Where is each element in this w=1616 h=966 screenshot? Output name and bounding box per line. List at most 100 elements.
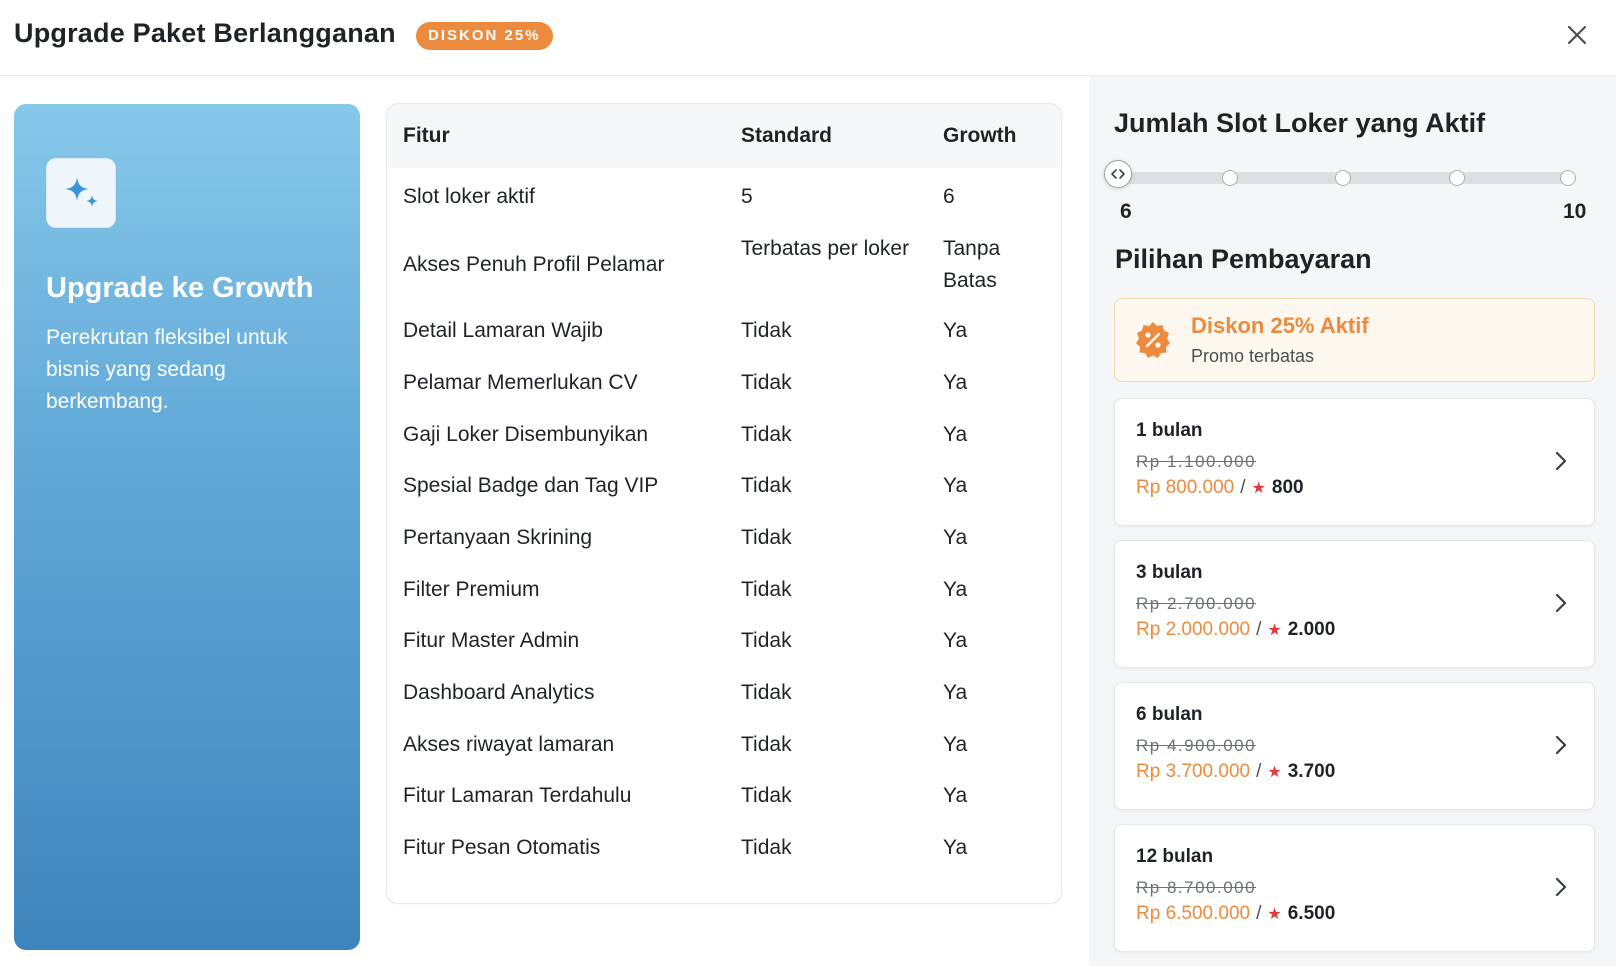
plan-price-line: Rp 3.700.000/ ★ 3.700 bbox=[1136, 761, 1335, 783]
slider-step-10[interactable] bbox=[1560, 170, 1576, 186]
standard-cell: Tidak bbox=[741, 423, 792, 446]
plan-discount-price: Rp 3.700.000 bbox=[1136, 761, 1251, 782]
plan-name: 6 bulan bbox=[1136, 704, 1203, 725]
star-icon: ★ bbox=[1251, 480, 1266, 497]
discount-active-banner: Diskon 25% Aktif Promo terbatas bbox=[1114, 298, 1595, 382]
plan-original-price: Rp 1.100.000 bbox=[1136, 452, 1257, 471]
promo-description: Perekrutan fleksibel untuk bisnis yang s… bbox=[46, 326, 288, 413]
chevron-right-icon bbox=[1555, 593, 1567, 613]
growth-cell: 6 bbox=[943, 185, 955, 208]
plan-discount-price: Rp 6.500.000 bbox=[1136, 903, 1251, 924]
feature-cell: Pertanyaan Skrining bbox=[403, 526, 593, 549]
star-icon: ★ bbox=[1267, 764, 1282, 781]
chevron-right-icon bbox=[1555, 735, 1567, 755]
standard-cell: Tidak bbox=[741, 319, 792, 342]
plan-points: 3.700 bbox=[1287, 761, 1336, 782]
growth-cell: Ya bbox=[943, 423, 968, 446]
price-separator: / bbox=[1256, 761, 1262, 782]
plan-price-line: Rp 2.000.000/ ★ 2.000 bbox=[1136, 619, 1335, 641]
standard-cell: 5 bbox=[741, 185, 753, 208]
discount-percent-icon bbox=[1136, 322, 1170, 358]
growth-cell: Ya bbox=[943, 474, 968, 497]
plan-price-line: Rp 800.000/ ★ 800 bbox=[1136, 477, 1304, 499]
standard-cell: Tidak bbox=[741, 784, 792, 807]
feature-cell: Filter Premium bbox=[403, 578, 540, 601]
slider-handle[interactable] bbox=[1104, 160, 1132, 188]
sparkles-icon bbox=[65, 177, 98, 207]
modal-title: Upgrade Paket Berlangganan bbox=[14, 18, 396, 48]
standard-cell: Tidak bbox=[741, 733, 792, 756]
growth-cell: Ya bbox=[943, 629, 968, 652]
plan-original-price: Rp 8.700.000 bbox=[1136, 878, 1257, 897]
growth-cell: Ya bbox=[943, 733, 968, 756]
standard-cell: Tidak bbox=[741, 629, 792, 652]
slider-step-7[interactable] bbox=[1222, 170, 1238, 186]
slider-max-label: 10 bbox=[1563, 200, 1587, 223]
plan-points: 6.500 bbox=[1287, 903, 1336, 924]
feature-cell: Detail Lamaran Wajib bbox=[403, 319, 603, 342]
discount-badge: DISKON 25% bbox=[416, 22, 553, 50]
feature-cell: Pelamar Memerlukan CV bbox=[403, 371, 638, 394]
plan-name: 3 bulan bbox=[1136, 562, 1203, 583]
growth-cell: Ya bbox=[943, 319, 968, 342]
slot-slider[interactable] bbox=[1104, 160, 1576, 188]
plan-option-12-months[interactable]: 12 bulan Rp 8.700.000 Rp 6.500.000/ ★ 6.50… bbox=[1114, 824, 1595, 952]
drag-arrows-icon bbox=[1111, 169, 1125, 179]
modal-header: Upgrade Paket Berlangganan DISKON 25% bbox=[0, 0, 1616, 76]
growth-promo-panel: Upgrade ke Growth Perekrutan fleksibel u… bbox=[14, 104, 360, 950]
growth-cell: Ya bbox=[943, 371, 968, 394]
price-separator: / bbox=[1240, 477, 1246, 498]
slider-min-label: 6 bbox=[1120, 200, 1132, 223]
plan-name: 12 bulan bbox=[1136, 846, 1214, 867]
feature-cell: Dashboard Analytics bbox=[403, 681, 595, 704]
standard-cell: Tidak bbox=[741, 681, 792, 704]
slider-step-9[interactable] bbox=[1449, 170, 1465, 186]
price-separator: / bbox=[1256, 903, 1262, 924]
close-icon bbox=[1567, 25, 1587, 45]
plan-points: 2.000 bbox=[1287, 619, 1336, 640]
feature-cell: Akses Penuh Profil Pelamar bbox=[403, 253, 665, 276]
growth-cell: Ya bbox=[943, 526, 968, 549]
plan-discount-price: Rp 800.000 bbox=[1136, 477, 1235, 498]
column-header-growth: Growth bbox=[943, 124, 1017, 147]
feature-cell: Akses riwayat lamaran bbox=[403, 733, 615, 756]
standard-cell: Tidak bbox=[741, 526, 792, 549]
standard-cell: Tidak bbox=[741, 371, 792, 394]
plan-option-6-months[interactable]: 6 bulan Rp 4.900.000 Rp 3.700.000/ ★ 3.700 bbox=[1114, 682, 1595, 810]
plan-price-line: Rp 6.500.000/ ★ 6.500 bbox=[1136, 903, 1335, 925]
growth-cell: Ya bbox=[943, 578, 968, 601]
plan-original-price: Rp 2.700.000 bbox=[1136, 594, 1257, 613]
column-header-fitur: Fitur bbox=[403, 124, 450, 147]
chevron-right-icon bbox=[1555, 451, 1567, 471]
feature-cell: Spesial Badge dan Tag VIP bbox=[403, 474, 659, 497]
column-header-standard: Standard bbox=[741, 124, 833, 147]
growth-cell: Tanpa Batas bbox=[943, 237, 1001, 292]
promo-icon-box bbox=[46, 158, 116, 228]
standard-cell: Tidak bbox=[741, 474, 792, 497]
feature-cell: Fitur Pesan Otomatis bbox=[403, 836, 601, 859]
price-separator: / bbox=[1256, 619, 1262, 640]
feature-cell: Gaji Loker Disembunyikan bbox=[403, 423, 649, 446]
plan-option-1-month[interactable]: 1 bulan Rp 1.100.000 Rp 800.000/ ★ 800 bbox=[1114, 398, 1595, 526]
close-button[interactable] bbox=[1562, 20, 1592, 50]
slider-step-8[interactable] bbox=[1335, 170, 1351, 186]
growth-cell: Ya bbox=[943, 681, 968, 704]
payment-options-title: Pilihan Pembayaran bbox=[1115, 244, 1372, 274]
discount-active-subtitle: Promo terbatas bbox=[1191, 346, 1315, 366]
star-icon: ★ bbox=[1267, 622, 1282, 639]
standard-cell: Tidak bbox=[741, 578, 792, 601]
chevron-right-icon bbox=[1555, 877, 1567, 897]
plan-discount-price: Rp 2.000.000 bbox=[1136, 619, 1251, 640]
plan-original-price: Rp 4.900.000 bbox=[1136, 736, 1257, 755]
plan-option-3-months[interactable]: 3 bulan Rp 2.700.000 Rp 2.000.000/ ★ 2.000 bbox=[1114, 540, 1595, 668]
payment-side-panel: Jumlah Slot Loker yang Aktif 6 10 Piliha… bbox=[1089, 76, 1616, 966]
plan-points: 800 bbox=[1271, 477, 1304, 498]
standard-cell: Tidak bbox=[741, 836, 792, 859]
feature-cell: Fitur Master Admin bbox=[403, 629, 580, 652]
growth-cell: Ya bbox=[943, 836, 968, 859]
promo-title: Upgrade ke Growth bbox=[46, 272, 314, 304]
feature-cell: Fitur Lamaran Terdahulu bbox=[403, 784, 632, 807]
plan-name: 1 bulan bbox=[1136, 420, 1203, 441]
slot-count-title: Jumlah Slot Loker yang Aktif bbox=[1114, 108, 1486, 138]
growth-cell: Ya bbox=[943, 784, 968, 807]
